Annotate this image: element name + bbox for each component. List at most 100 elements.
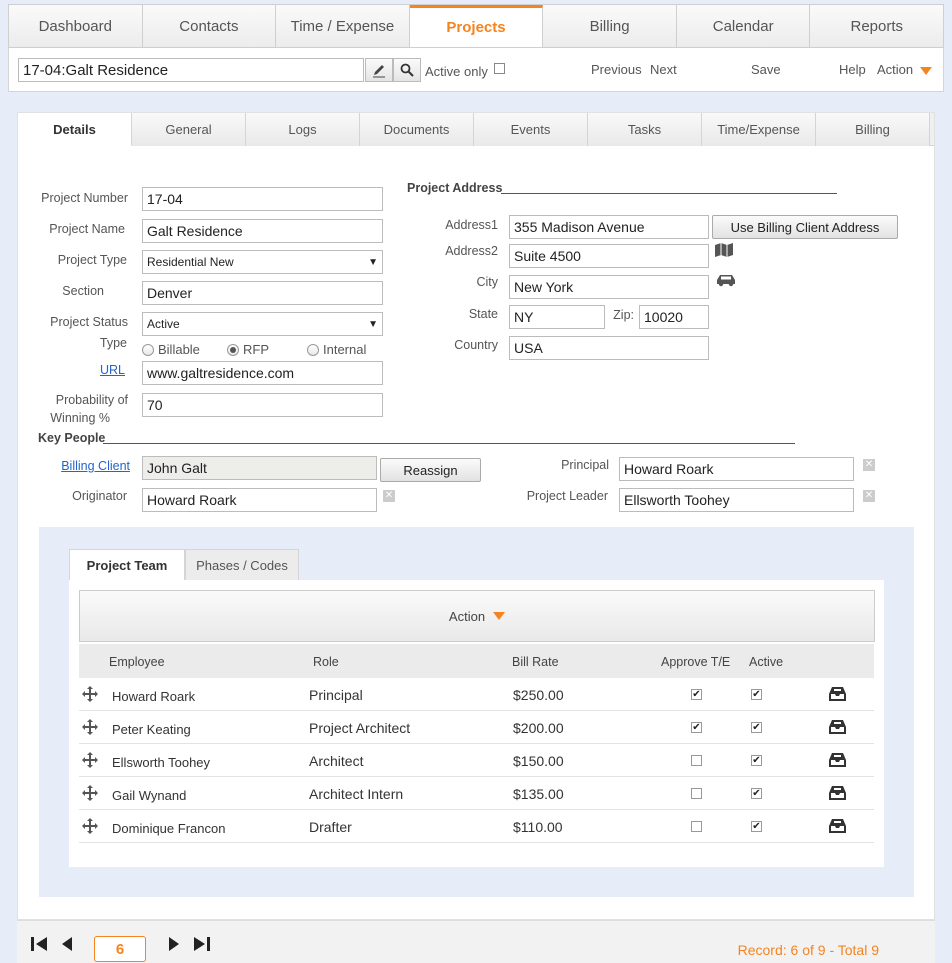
nav-tab-contacts[interactable]: Contacts (142, 5, 277, 47)
subtab-events[interactable]: Events (474, 113, 588, 146)
nav-tab-projects[interactable]: Projects (409, 5, 544, 47)
approve-te-checkbox[interactable]: ✔ (691, 689, 702, 700)
car-icon[interactable] (715, 273, 737, 287)
subtab-general[interactable]: General (132, 113, 246, 146)
table-row[interactable]: Gail Wynand Architect Intern $135.00 ✔ (79, 777, 874, 810)
table-row[interactable]: Peter Keating Project Architect $200.00 ✔ ✔ (79, 711, 874, 744)
action-menu[interactable]: Action (877, 62, 913, 77)
nav-tab-calendar[interactable]: Calendar (676, 5, 811, 47)
employee-name[interactable]: Howard Roark (112, 689, 195, 704)
column-role[interactable]: Role (313, 655, 339, 669)
active-checkbox[interactable]: ✔ (751, 755, 762, 766)
nav-tab-billing[interactable]: Billing (543, 5, 677, 47)
address1-field[interactable]: 355 Madison Avenue (509, 215, 709, 239)
drag-handle-icon[interactable] (82, 752, 98, 768)
column-approve-te[interactable]: Approve T/E (661, 655, 730, 669)
nav-tab-reports[interactable]: Reports (810, 5, 944, 47)
column-bill-rate[interactable]: Bill Rate (512, 655, 559, 669)
column-employee[interactable]: Employee (109, 655, 165, 669)
active-checkbox[interactable]: ✔ (751, 689, 762, 700)
subtab-billing[interactable]: Billing (816, 113, 930, 146)
nav-tab-dashboard[interactable]: Dashboard (9, 5, 143, 47)
inbox-icon[interactable] (829, 753, 846, 767)
table-row[interactable]: Ellsworth Toohey Architect $150.00 ✔ (79, 744, 874, 777)
drag-handle-icon[interactable] (82, 818, 98, 834)
last-record-icon[interactable] (194, 937, 210, 951)
type-radio-rfp[interactable]: RFP (227, 342, 269, 357)
city-field[interactable]: New York (509, 275, 709, 299)
active-only-checkbox[interactable] (494, 63, 505, 74)
project-leader-field[interactable]: Ellsworth Toohey (619, 488, 854, 512)
approve-te-checkbox[interactable] (691, 788, 702, 799)
active-checkbox[interactable]: ✔ (751, 722, 762, 733)
project-name-field[interactable]: Galt Residence (142, 219, 383, 243)
edit-pen-button[interactable] (365, 58, 393, 82)
project-status-select[interactable]: Active ▼ (142, 312, 383, 336)
url-link[interactable]: URL (28, 363, 125, 377)
drag-handle-icon[interactable] (82, 719, 98, 735)
tab-project-team[interactable]: Project Team (69, 549, 185, 581)
page-number-input[interactable]: 6 (94, 936, 146, 962)
inbox-icon[interactable] (829, 786, 846, 800)
url-field[interactable]: www.galtresidence.com (142, 361, 383, 385)
type-radio-billable[interactable]: Billable (142, 342, 200, 357)
subtab-logs[interactable]: Logs (246, 113, 360, 146)
table-row[interactable]: Dominique Francon Drafter $110.00 ✔ (79, 810, 874, 843)
nav-tab-time-expense[interactable]: Time / Expense (276, 5, 410, 47)
clear-project-leader-icon[interactable]: ✕ (863, 490, 875, 502)
drag-handle-icon[interactable] (82, 785, 98, 801)
subtab-tasks[interactable]: Tasks (588, 113, 702, 146)
save-link[interactable]: Save (751, 62, 781, 77)
inbox-icon[interactable] (829, 720, 846, 734)
team-action-button[interactable]: Action (79, 590, 875, 642)
previous-link[interactable]: Previous (591, 62, 642, 77)
state-field[interactable]: NY (509, 305, 605, 329)
first-record-icon[interactable] (31, 937, 47, 951)
approve-te-checkbox[interactable] (691, 821, 702, 832)
column-active[interactable]: Active (749, 655, 783, 669)
previous-record-icon[interactable] (62, 937, 72, 951)
project-number-field[interactable]: 17-04 (142, 187, 383, 211)
employee-name[interactable]: Gail Wynand (112, 788, 186, 803)
clear-originator-icon[interactable]: ✕ (383, 490, 395, 502)
table-row[interactable]: Howard Roark Principal $250.00 ✔ ✔ (79, 678, 874, 711)
project-status-label: Project Status (50, 315, 128, 329)
zip-field[interactable]: 10020 (639, 305, 709, 329)
active-checkbox[interactable]: ✔ (751, 821, 762, 832)
subtab-details[interactable]: Details (18, 113, 132, 146)
help-link[interactable]: Help (839, 62, 866, 77)
address-divider (501, 193, 837, 194)
search-button[interactable] (393, 58, 421, 82)
inbox-icon[interactable] (829, 687, 846, 701)
subtab-time-expense[interactable]: Time/Expense (702, 113, 816, 146)
active-checkbox[interactable]: ✔ (751, 788, 762, 799)
tab-phases-codes[interactable]: Phases / Codes (185, 549, 299, 581)
project-number-label: Project Number (41, 191, 128, 205)
address2-field[interactable]: Suite 4500 (509, 244, 709, 268)
billing-client-link[interactable]: Billing Client (28, 459, 130, 473)
approve-te-checkbox[interactable] (691, 755, 702, 766)
principal-field[interactable]: Howard Roark (619, 457, 854, 481)
originator-field[interactable]: Howard Roark (142, 488, 377, 512)
subtab-documents[interactable]: Documents (360, 113, 474, 146)
drag-handle-icon[interactable] (82, 686, 98, 702)
employee-name[interactable]: Peter Keating (112, 722, 191, 737)
inbox-icon[interactable] (829, 819, 846, 833)
country-field[interactable]: USA (509, 336, 709, 360)
clear-principal-icon[interactable]: ✕ (863, 459, 875, 471)
next-record-icon[interactable] (169, 937, 179, 951)
probability-field[interactable]: 70 (142, 393, 383, 417)
employee-bill-rate: $150.00 (513, 753, 564, 769)
approve-te-checkbox[interactable]: ✔ (691, 722, 702, 733)
project-type-select[interactable]: Residential New ▼ (142, 250, 383, 274)
map-icon[interactable] (715, 243, 734, 257)
reassign-button[interactable]: Reassign (380, 458, 481, 482)
employee-name[interactable]: Dominique Francon (112, 821, 225, 836)
employee-name[interactable]: Ellsworth Toohey (112, 755, 210, 770)
type-radio-internal[interactable]: Internal (307, 342, 366, 357)
project-search-input[interactable] (18, 58, 364, 82)
use-billing-client-address-button[interactable]: Use Billing Client Address (712, 215, 898, 239)
next-link[interactable]: Next (650, 62, 677, 77)
employee-role: Principal (309, 687, 363, 703)
section-field[interactable]: Denver (142, 281, 383, 305)
